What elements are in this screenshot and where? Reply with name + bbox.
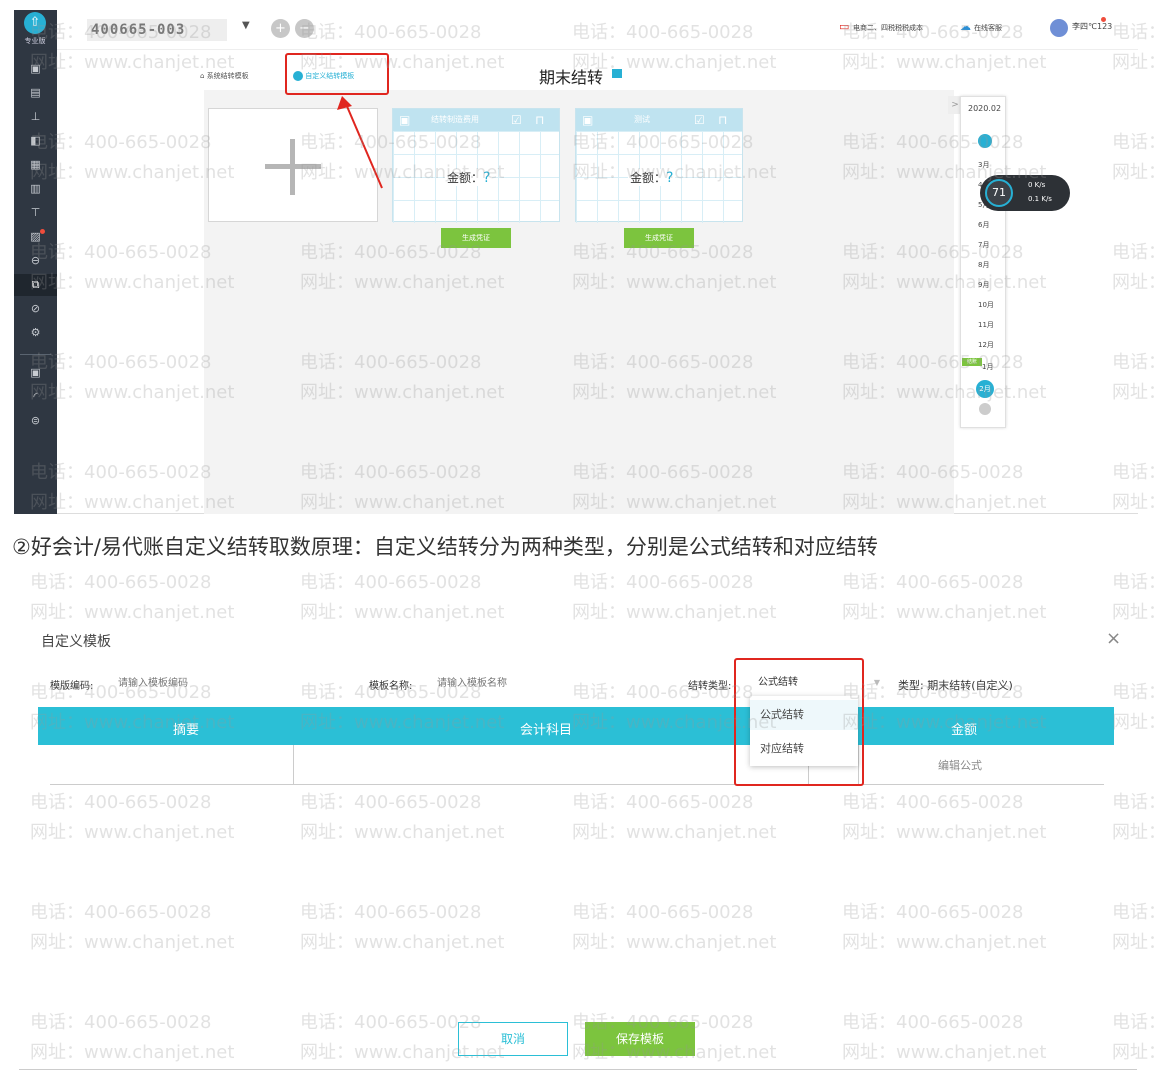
month-item[interactable]: 12月 <box>978 340 994 350</box>
minus-icon[interactable]: − <box>295 19 314 38</box>
template-name-input[interactable] <box>437 675 597 693</box>
salary-icon[interactable]: ⊘ <box>14 298 57 320</box>
tab-system-template[interactable]: ⌂ 系统结转模板 <box>200 71 249 81</box>
app-logo[interactable]: ⇧ 专业版 <box>18 12 52 50</box>
card-amount: 金额：? <box>445 169 493 186</box>
template-card-1[interactable]: ▣ 结转制造费用 ☑ ⊓ 金额：? <box>392 108 560 223</box>
card-title: 结转制造费用 <box>431 115 479 124</box>
print-icon[interactable]: ⊖ <box>14 250 57 272</box>
gauge-download: 0.1 K/s <box>1028 195 1052 203</box>
save-template-button[interactable]: 保存模板 <box>585 1022 695 1056</box>
logo-icon: ⇧ <box>24 12 46 34</box>
tab-system-icon: ⌂ <box>200 72 205 80</box>
month-item[interactable]: 9月 <box>978 280 989 290</box>
month-dot-next[interactable] <box>979 403 991 415</box>
dialog-title: 自定义模板 <box>41 634 111 650</box>
delete-icon[interactable]: ⊓ <box>718 109 727 131</box>
caption-text: ②好会计/易代账自定义结转取数原理：自定义结转分为两种类型，分别是公式结转和对应… <box>12 535 878 559</box>
edit-icon[interactable]: ☑ <box>694 109 705 131</box>
year-label: 2020.02 <box>968 104 1002 113</box>
speed-gauge: 71 0 K/s 0.1 K/s <box>980 175 1070 211</box>
page-title: 期末结转 <box>539 68 604 87</box>
plus-icon[interactable]: + <box>271 19 290 38</box>
chart-icon[interactable]: ⊥ <box>14 106 57 128</box>
chevron-down-icon: ▼ <box>873 678 880 687</box>
notice-icon[interactable]: ▭ <box>839 20 849 33</box>
online-service-link[interactable]: 在线客服 <box>974 23 1002 33</box>
top-bar: 400665-003 ▼ + − ▭ 电商二、四税税税成本 ☁ 在线客服 李四℃… <box>57 10 1138 50</box>
period-close-screenshot: ⇧ 专业版 ▣ ▤ ⊥ ◧ ▦ ▥ ⊤ ▨ ⊖ ⧉ ⊘ ⚙ ▣ ◜ ⊜ 4006… <box>14 10 1138 514</box>
code-label: 模版编码: <box>50 681 94 692</box>
asset-icon[interactable]: ⊤ <box>14 202 57 224</box>
gauge-upload: 0 K/s <box>1028 181 1046 189</box>
name-label: 模板名称: <box>369 681 413 692</box>
card-amount: 金额：? <box>628 169 676 186</box>
cloud-service-icon[interactable]: ☁ <box>960 20 971 33</box>
page-root: ⇧ 专业版 ▣ ▤ ⊥ ◧ ▦ ▥ ⊤ ▨ ⊖ ⧉ ⊘ ⚙ ▣ ◜ ⊜ 4006… <box>0 0 1156 1089</box>
current-month[interactable]: 2月 <box>976 380 994 398</box>
card-title: 测试 <box>634 115 650 124</box>
cloud-icon[interactable]: ◜ <box>14 386 57 408</box>
account-selector[interactable]: 400665-003 <box>87 19 227 41</box>
cancel-button[interactable]: 取消 <box>458 1022 568 1056</box>
plus-icon-vertical <box>290 139 295 195</box>
template-card-2[interactable]: ▣ 测试 ☑ ⊓ 金额：? <box>575 108 743 223</box>
card-header: ▣ 测试 ☑ ⊓ <box>576 109 742 131</box>
left-sidebar: ⇧ 专业版 ▣ ▤ ⊥ ◧ ▦ ▥ ⊤ ▨ ⊖ ⧉ ⊘ ⚙ ▣ ◜ ⊜ <box>14 10 57 514</box>
delete-icon[interactable]: ⊓ <box>535 109 544 131</box>
edit-formula-link[interactable]: 编辑公式 <box>938 757 982 773</box>
month-item[interactable]: 1月 <box>982 362 993 372</box>
template-code-input[interactable] <box>118 675 278 693</box>
month-item[interactable]: 8月 <box>978 260 989 270</box>
edit-icon[interactable]: ☑ <box>511 109 522 131</box>
month-item[interactable]: 3月 <box>978 160 989 170</box>
closed-tag: 结账 <box>962 358 982 366</box>
edition-label: 专业版 <box>24 37 46 45</box>
column-summary: 摘要 <box>173 723 200 738</box>
chevron-down-icon[interactable]: ▼ <box>242 20 250 31</box>
generate-voucher-button[interactable]: 生成凭证 <box>624 228 694 248</box>
month-item[interactable]: 6月 <box>978 220 989 230</box>
close-icon[interactable]: × <box>1106 628 1121 649</box>
type-label: 结转类型: <box>688 681 732 692</box>
title-info-icon[interactable] <box>612 69 622 78</box>
column-amount: 金额 <box>951 723 978 738</box>
highlight-box <box>734 658 864 786</box>
month-item[interactable]: 10月 <box>978 300 994 310</box>
sidebar-divider <box>20 354 51 355</box>
highlight-box <box>285 53 389 95</box>
document-icon: ▣ <box>582 113 594 127</box>
month-dot-1[interactable] <box>978 134 992 148</box>
settings-icon[interactable]: ⚙ <box>14 322 57 344</box>
period-close-icon[interactable]: ⧉ <box>14 274 57 296</box>
generate-voucher-button[interactable]: 生成凭证 <box>441 228 511 248</box>
dashboard-icon[interactable]: ▣ <box>14 58 57 80</box>
month-item[interactable]: 7月 <box>978 240 989 250</box>
invoice-icon[interactable]: ▨ <box>14 226 57 248</box>
report-icon[interactable]: ▥ <box>14 178 57 200</box>
notice-dot <box>40 229 45 234</box>
tax-icon[interactable]: ▣ <box>14 362 57 384</box>
annotation-arrow <box>337 96 383 189</box>
user-name[interactable]: 李四℃123 <box>1072 21 1112 32</box>
column-account: 会计科目 <box>520 723 573 738</box>
gauge-value: 71 <box>985 179 1013 207</box>
document-icon: ▣ <box>399 113 411 127</box>
notice-text[interactable]: 电商二、四税税税成本 <box>853 23 923 33</box>
notification-dot <box>1101 17 1106 22</box>
avatar[interactable] <box>1050 19 1068 37</box>
category-label: 类型: 期末结转(自定义) <box>898 679 1013 692</box>
card-header: ▣ 结转制造费用 ☑ ⊓ <box>393 109 559 131</box>
month-item[interactable]: 11月 <box>978 320 994 330</box>
help-icon[interactable]: ⊜ <box>14 410 57 432</box>
column-divider <box>293 745 294 785</box>
voucher-icon[interactable]: ▤ <box>14 82 57 104</box>
ledger-icon[interactable]: ▦ <box>14 154 57 176</box>
book-icon[interactable]: ◧ <box>14 130 57 152</box>
